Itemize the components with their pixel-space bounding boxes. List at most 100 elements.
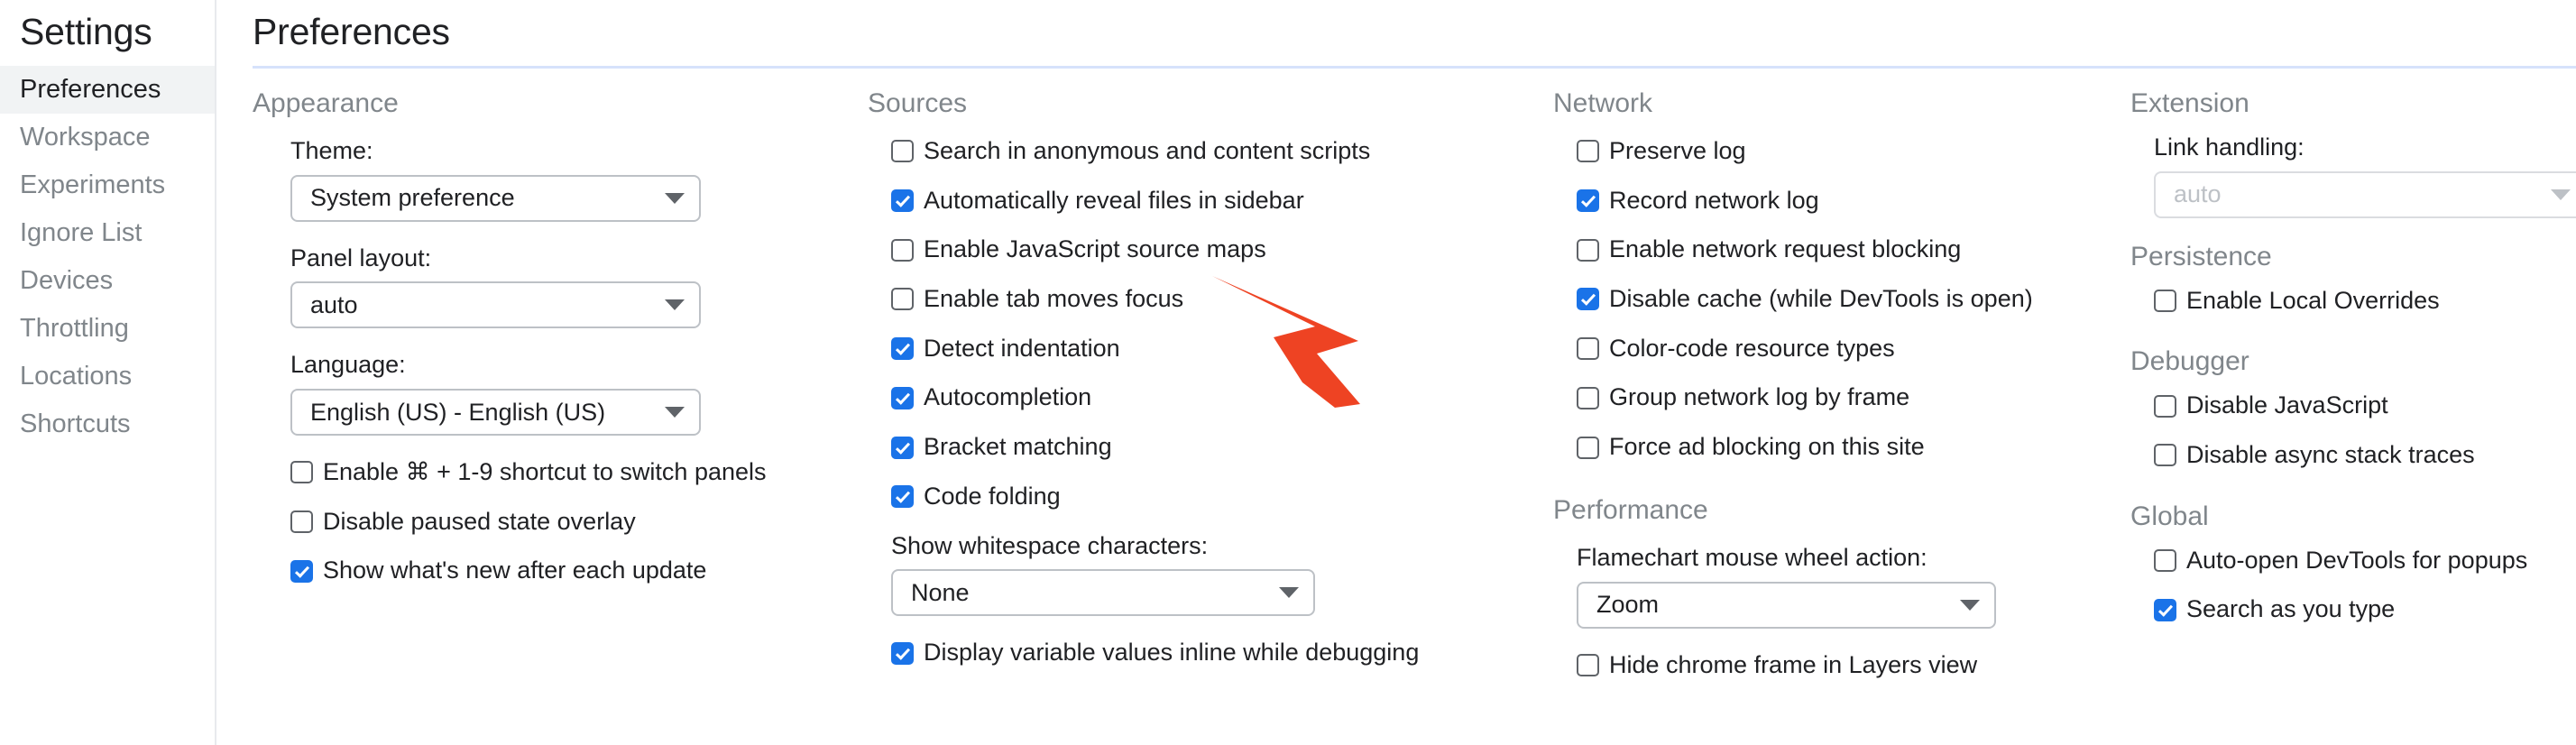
sidebar-item-throttling[interactable]: Throttling	[0, 305, 215, 353]
checkbox-row-display-variable-values-inline[interactable]: Display variable values inline while deb…	[891, 639, 1537, 667]
checkbox-label: Search in anonymous and content scripts	[924, 138, 1370, 165]
checkbox-unchecked-icon[interactable]	[2154, 290, 2176, 312]
checkbox-row-force-ad-blocking[interactable]: Force ad blocking on this site	[1577, 434, 2114, 461]
checkbox-label: Enable ⌘ + 1-9 shortcut to switch panels	[323, 459, 767, 486]
chevron-down-icon	[665, 299, 685, 310]
checkbox-unchecked-icon[interactable]	[2154, 549, 2176, 572]
checkbox-row-disable-cache[interactable]: Disable cache (while DevTools is open)	[1577, 286, 2114, 313]
sidebar-item-experiments[interactable]: Experiments	[0, 161, 215, 209]
checkbox-label: Enable network request blocking	[1609, 236, 1961, 263]
checkbox-checked-icon[interactable]	[2154, 599, 2176, 621]
sidebar-item-shortcuts[interactable]: Shortcuts	[0, 400, 215, 448]
extension-body: Link handling: auto	[2130, 134, 2576, 242]
global-heading: Global	[2130, 501, 2576, 531]
sidebar-item-workspace[interactable]: Workspace	[0, 114, 215, 161]
persistence-body: Enable Local Overrides	[2130, 288, 2576, 315]
checkbox-unchecked-icon[interactable]	[891, 239, 914, 262]
checkbox-unchecked-icon[interactable]	[1577, 387, 1599, 409]
checkbox-row-hide-chrome-frame-layers[interactable]: Hide chrome frame in Layers view	[1577, 652, 2114, 679]
checkbox-label: Enable tab moves focus	[924, 286, 1183, 313]
checkbox-row-show-whats-new[interactable]: Show what's new after each update	[290, 557, 851, 584]
checkbox-checked-icon[interactable]	[891, 189, 914, 212]
checkbox-row-bracket-matching[interactable]: Bracket matching	[891, 434, 1537, 461]
checkbox-row-color-code-resource-types[interactable]: Color-code resource types	[1577, 336, 2114, 363]
chevron-down-icon	[1960, 600, 1980, 611]
checkbox-checked-icon[interactable]	[891, 387, 914, 409]
checkbox-row-auto-open-devtools-popups[interactable]: Auto-open DevTools for popups	[2154, 547, 2576, 575]
panel-layout-select[interactable]: auto	[290, 281, 701, 328]
flamechart-mouse-wheel-value: Zoom	[1596, 591, 1946, 619]
checkbox-label: Group network log by frame	[1609, 384, 1909, 411]
sidebar-item-devices[interactable]: Devices	[0, 257, 215, 305]
checkbox-row-code-folding[interactable]: Code folding	[891, 483, 1537, 510]
checkbox-unchecked-icon[interactable]	[1577, 337, 1599, 360]
performance-heading: Performance	[1553, 495, 2114, 525]
persistence-heading: Persistence	[2130, 242, 2576, 271]
chevron-down-icon	[2551, 189, 2571, 200]
checkbox-row-enable-js-source-maps[interactable]: Enable JavaScript source maps	[891, 236, 1537, 263]
checkbox-label: Force ad blocking on this site	[1609, 434, 1925, 461]
settings-sidebar: Settings Preferences Workspace Experimen…	[0, 0, 216, 745]
checkbox-row-group-network-log-by-frame[interactable]: Group network log by frame	[1577, 384, 2114, 411]
checkbox-row-record-network-log[interactable]: Record network log	[1577, 188, 2114, 215]
checkbox-label: Code folding	[924, 483, 1061, 510]
checkbox-unchecked-icon[interactable]	[2154, 444, 2176, 466]
link-handling-select[interactable]: auto	[2154, 171, 2576, 218]
checkbox-row-disable-javascript[interactable]: Disable JavaScript	[2154, 392, 2576, 419]
checkbox-label: Automatically reveal files in sidebar	[924, 188, 1304, 215]
global-body: Auto-open DevTools for popups Search as …	[2130, 547, 2576, 623]
extension-heading: Extension	[2130, 88, 2576, 118]
show-whitespace-select-value: None	[911, 579, 1265, 607]
checkbox-label: Enable JavaScript source maps	[924, 236, 1266, 263]
checkbox-unchecked-icon[interactable]	[1577, 140, 1599, 162]
checkbox-row-enable-tab-moves-focus[interactable]: Enable tab moves focus	[891, 286, 1537, 313]
performance-body: Flamechart mouse wheel action: Zoom Hide…	[1553, 545, 2114, 678]
chevron-down-icon	[1279, 587, 1299, 598]
checkbox-row-preserve-log[interactable]: Preserve log	[1577, 138, 2114, 165]
sidebar-item-label: Shortcuts	[20, 409, 131, 439]
page-title: Preferences	[245, 0, 2576, 66]
checkbox-checked-icon[interactable]	[290, 560, 313, 583]
checkbox-unchecked-icon[interactable]	[1577, 437, 1599, 459]
checkbox-unchecked-icon[interactable]	[891, 288, 914, 310]
checkbox-unchecked-icon[interactable]	[290, 461, 313, 483]
checkbox-row-enable-network-request-blocking[interactable]: Enable network request blocking	[1577, 236, 2114, 263]
checkbox-checked-icon[interactable]	[891, 337, 914, 360]
checkbox-row-disable-async-stack-traces[interactable]: Disable async stack traces	[2154, 442, 2576, 469]
sidebar-item-preferences[interactable]: Preferences	[0, 66, 215, 114]
checkbox-row-search-anonymous-content-scripts[interactable]: Search in anonymous and content scripts	[891, 138, 1537, 165]
preferences-columns: Appearance Theme: System preference Pane…	[245, 69, 2576, 678]
sidebar-item-locations[interactable]: Locations	[0, 353, 215, 400]
checkbox-checked-icon[interactable]	[891, 485, 914, 508]
language-select[interactable]: English (US) - English (US)	[290, 389, 701, 436]
checkbox-row-enable-local-overrides[interactable]: Enable Local Overrides	[2154, 288, 2576, 315]
show-whitespace-select[interactable]: None	[891, 569, 1315, 616]
theme-select[interactable]: System preference	[290, 175, 701, 222]
checkbox-label: Record network log	[1609, 188, 1819, 215]
checkbox-row-search-as-you-type[interactable]: Search as you type	[2154, 596, 2576, 623]
sidebar-item-ignore-list[interactable]: Ignore List	[0, 209, 215, 257]
link-handling-select-value: auto	[2174, 180, 2536, 208]
section-extension-group: Extension Link handling: auto Persistenc…	[2130, 88, 2576, 623]
checkbox-unchecked-icon[interactable]	[290, 510, 313, 533]
checkbox-row-autocompletion[interactable]: Autocompletion	[891, 384, 1537, 411]
checkbox-checked-icon[interactable]	[891, 642, 914, 665]
checkbox-label: Hide chrome frame in Layers view	[1609, 652, 1977, 679]
flamechart-mouse-wheel-select[interactable]: Zoom	[1577, 582, 1996, 629]
network-heading: Network	[1553, 88, 2114, 118]
checkbox-row-enable-cmd-shortcut[interactable]: Enable ⌘ + 1-9 shortcut to switch panels	[290, 459, 851, 486]
language-label: Language:	[290, 352, 851, 379]
checkbox-checked-icon[interactable]	[891, 437, 914, 459]
checkbox-label: Search as you type	[2186, 596, 2395, 623]
checkbox-row-auto-reveal-files[interactable]: Automatically reveal files in sidebar	[891, 188, 1537, 215]
sidebar-item-label: Devices	[20, 266, 113, 296]
checkbox-unchecked-icon[interactable]	[891, 140, 914, 162]
checkbox-checked-icon[interactable]	[1577, 288, 1599, 310]
checkbox-row-disable-paused-state-overlay[interactable]: Disable paused state overlay	[290, 509, 851, 536]
checkbox-unchecked-icon[interactable]	[2154, 395, 2176, 418]
checkbox-unchecked-icon[interactable]	[1577, 654, 1599, 676]
settings-window: Settings Preferences Workspace Experimen…	[0, 0, 2576, 745]
checkbox-unchecked-icon[interactable]	[1577, 239, 1599, 262]
checkbox-checked-icon[interactable]	[1577, 189, 1599, 212]
checkbox-row-detect-indentation[interactable]: Detect indentation	[891, 336, 1537, 363]
